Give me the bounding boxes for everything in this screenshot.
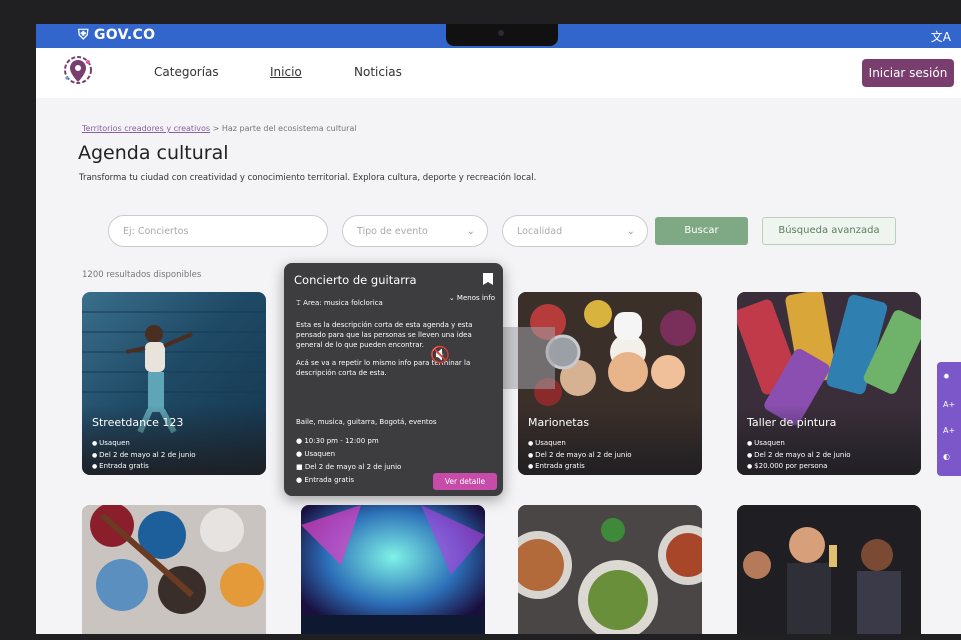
- search-input[interactable]: Ej: Conciertos: [108, 215, 328, 247]
- popup-details: ● 10:30 pm - 12:00 pm ● Usaquen ■ Del 2 …: [296, 437, 402, 484]
- ticket-icon: ●: [296, 476, 303, 484]
- card-meta: UsaquenDel 2 de mayo al 2 de junioEntrad…: [528, 438, 631, 473]
- login-button[interactable]: Iniciar sesión: [862, 59, 954, 87]
- accessibility-sidebar: ✹ A+ A+ ◐: [937, 362, 961, 476]
- card-meta: UsaquenDel 2 de mayo al 2 de junio$20.00…: [747, 438, 850, 473]
- popup-tags: Baile, musica, guitarra, Bogotá, eventos: [296, 418, 437, 426]
- location-pin-logo[interactable]: [60, 54, 96, 90]
- event-card-concert[interactable]: [301, 505, 485, 634]
- event-card-party[interactable]: [737, 505, 921, 634]
- camera-notch: [446, 24, 558, 46]
- event-card-streetdance[interactable]: Streetdance 123 UsaquenDel 2 de mayo al …: [82, 292, 266, 475]
- card-meta: UsaquenDel 2 de mayo al 2 de junioEntrad…: [92, 438, 195, 473]
- increase-font-button[interactable]: A+: [943, 400, 955, 409]
- popup-description: Esta es la descripción corta de esta age…: [296, 321, 473, 377]
- bookmark-icon[interactable]: [483, 273, 493, 285]
- breadcrumb: Territorios creadores y creativos > Haz …: [82, 124, 357, 133]
- clock-icon: ●: [296, 437, 303, 445]
- nav-categorias[interactable]: Categorías: [154, 65, 219, 79]
- event-detail-popup[interactable]: Concierto de guitarra 𝚃 Area: musica fol…: [284, 263, 503, 496]
- media-overlay: [503, 327, 555, 389]
- results-count: 1200 resultados disponibles: [82, 270, 202, 280]
- party-people-image: [737, 505, 921, 634]
- breadcrumb-current: > Haz parte del ecosistema cultural: [210, 124, 357, 133]
- popup-area: 𝚃 Area: musica folclorica: [296, 299, 383, 307]
- volume-mute-icon: 🔇: [430, 345, 450, 364]
- event-type-select[interactable]: Tipo de evento ⌄: [342, 215, 488, 247]
- chevron-down-icon: ⌄: [466, 226, 475, 237]
- chevron-down-icon: ⌄: [626, 226, 635, 237]
- locality-select[interactable]: Localidad ⌄: [502, 215, 648, 247]
- advanced-search-button[interactable]: Búsqueda avanzada: [762, 217, 896, 245]
- nav-noticias[interactable]: Noticias: [354, 65, 402, 79]
- page-subtitle: Transforma tu ciudad con creatividad y c…: [79, 173, 537, 183]
- nav-inicio[interactable]: Inicio: [270, 65, 302, 79]
- breadcrumb-link[interactable]: Territorios creadores y creativos: [82, 124, 210, 133]
- event-card-paints[interactable]: [82, 505, 266, 634]
- event-card-food[interactable]: [518, 505, 702, 634]
- decrease-font-button[interactable]: A+: [943, 426, 955, 435]
- location-icon: ●: [296, 450, 303, 458]
- view-detail-button[interactable]: Ver detalle: [433, 473, 497, 490]
- browser-screen: ⛨ GOV.CO 文A Categorías Inicio Noticias I…: [36, 24, 961, 634]
- calendar-icon: ■: [296, 463, 303, 471]
- card-title: Taller de pintura: [747, 416, 837, 429]
- food-dishes-image: [518, 505, 702, 634]
- popup-title: Concierto de guitarra: [294, 273, 417, 287]
- contrast-icon[interactable]: ◐: [943, 452, 950, 461]
- card-title: Streetdance 123: [92, 416, 184, 429]
- translate-icon[interactable]: 文A: [931, 28, 951, 45]
- search-button[interactable]: Buscar: [655, 217, 748, 245]
- event-card-taller-pintura[interactable]: Taller de pintura UsaquenDel 2 de mayo a…: [737, 292, 921, 475]
- card-title: Marionetas: [528, 416, 590, 429]
- concert-lights-image: [301, 505, 485, 634]
- less-info-toggle[interactable]: ⌄ Menos info: [449, 294, 495, 302]
- gov-logo[interactable]: ⛨ GOV.CO: [78, 27, 155, 43]
- settings-icon[interactable]: ✹: [943, 372, 950, 381]
- page-title: Agenda cultural: [78, 142, 229, 164]
- paint-pots-image: [82, 505, 266, 634]
- main-navbar: Categorías Inicio Noticias Iniciar sesió…: [36, 48, 961, 98]
